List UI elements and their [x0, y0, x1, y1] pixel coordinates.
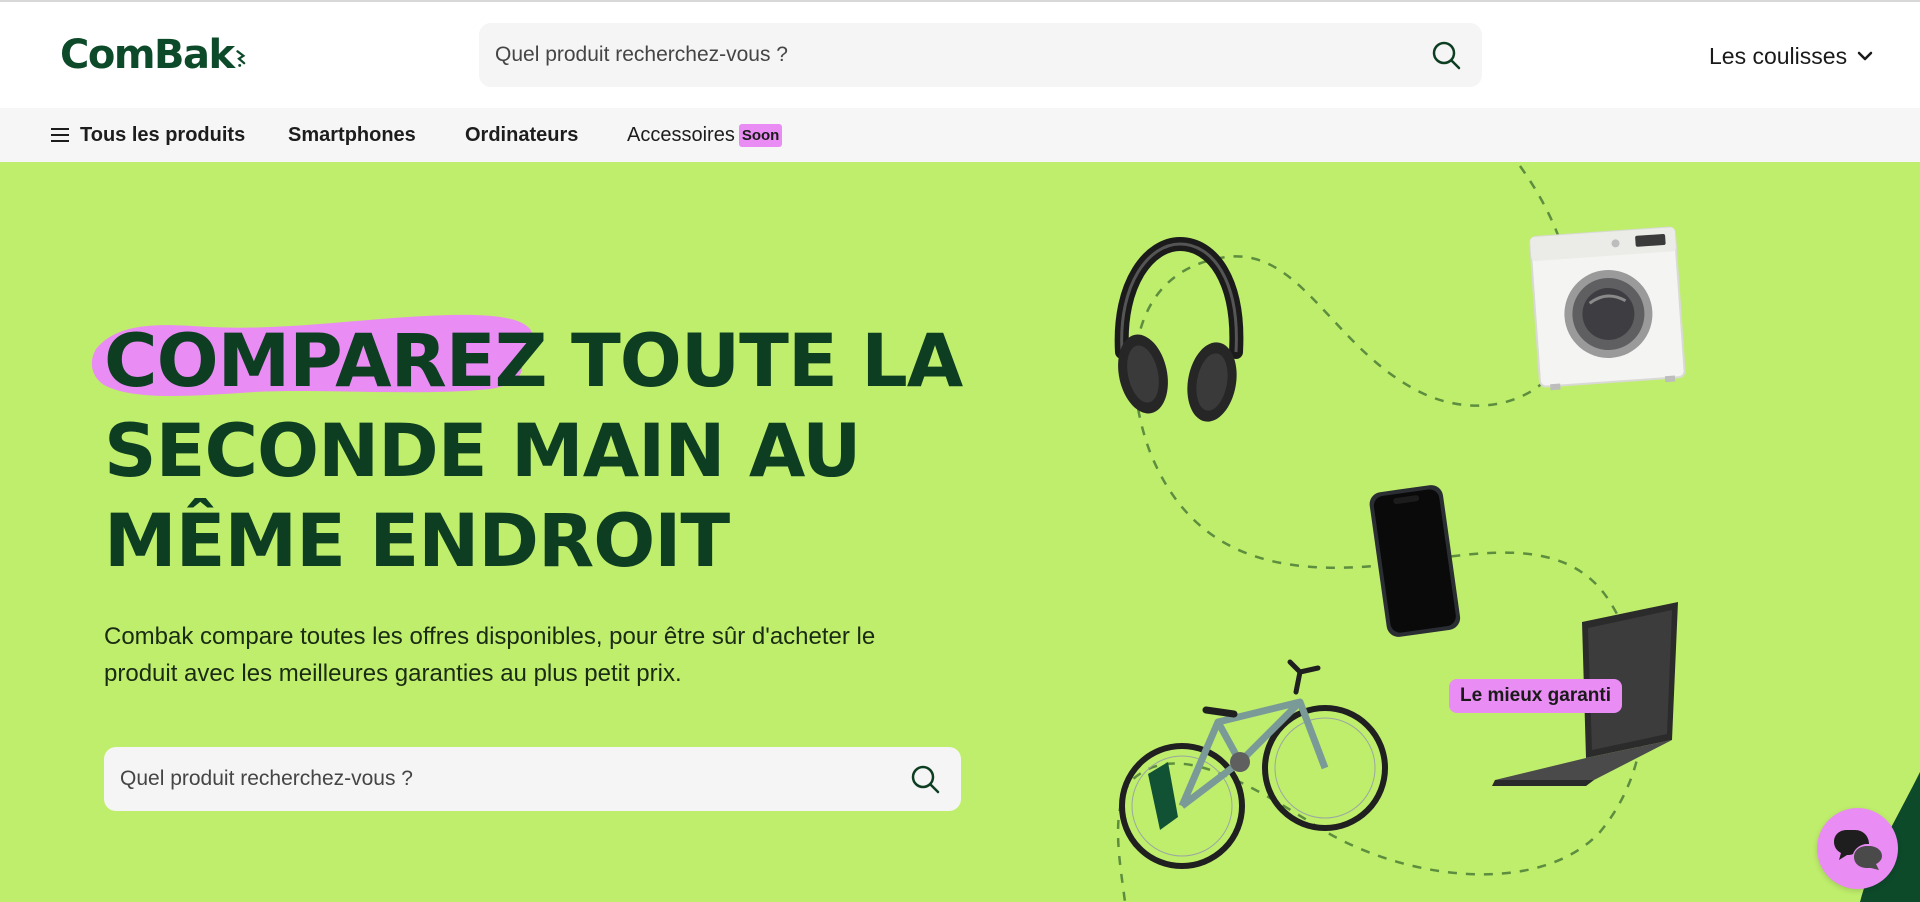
nav-item-accessoires[interactable]: Accessoires Soon [627, 108, 783, 162]
washing-machine-image [1529, 226, 1686, 391]
chat-bubbles-icon [1833, 829, 1882, 870]
les-coulisses-dropdown[interactable]: Les coulisses [1709, 42, 1873, 70]
hero-title-highlight: COMPAREZ [91, 314, 548, 407]
chevron-down-icon [1857, 51, 1873, 61]
les-coulisses-label: Les coulisses [1709, 42, 1848, 69]
hero-search-button[interactable] [905, 759, 945, 799]
nav-item-all-products[interactable]: Tous les produits [50, 108, 245, 162]
hero-title: COMPAREZ TOUTE LA SECONDE MAIN AU MÊME E… [91, 314, 964, 587]
nav-item-label: Tous les produits [80, 123, 246, 146]
header-search-button[interactable] [1426, 35, 1466, 75]
site-header: ComBak Les coulisses [0, 2, 1920, 108]
header-search-bar [479, 23, 1482, 87]
nav-item-label: Accessoires [627, 123, 735, 146]
nav-item-label: Smartphones [288, 123, 416, 146]
hero-search-bar [104, 747, 961, 811]
hero-title-highlight-text: COMPAREZ [104, 319, 548, 404]
hero-search-input[interactable] [120, 767, 905, 791]
category-nav: Tous les produits Smartphones Ordinateur… [0, 108, 1920, 162]
search-icon [1432, 41, 1461, 70]
logo[interactable]: ComBak [60, 30, 246, 80]
smartphone-image [1369, 485, 1461, 637]
menu-icon [51, 128, 69, 142]
logo-text: ComBak [60, 32, 235, 78]
nav-item-label: Ordinateurs [465, 123, 579, 146]
logo-spark-icon [235, 50, 245, 67]
hero-section: COMPAREZ TOUTE LA SECONDE MAIN AU MÊME E… [0, 162, 1920, 902]
hero-description: Combak compare toutes les offres disponi… [104, 623, 876, 687]
hero-title-line-3: MÊME ENDROIT [104, 499, 730, 584]
best-guarantee-badge: Le mieux garanti [1449, 679, 1622, 713]
soon-badge: Soon [738, 123, 783, 147]
hero-title-line-2: SECONDE MAIN AU [104, 409, 861, 494]
nav-item-smartphones[interactable]: Smartphones [288, 108, 416, 162]
chat-button[interactable] [1817, 808, 1898, 889]
hero-title-line-1-rest: TOUTE LA [571, 319, 963, 404]
headphones-image [1114, 236, 1244, 422]
bicycle-image [1119, 659, 1388, 869]
nav-item-ordinateurs[interactable]: Ordinateurs [465, 108, 578, 162]
header-search-input[interactable] [495, 43, 1426, 67]
search-icon [911, 765, 940, 794]
